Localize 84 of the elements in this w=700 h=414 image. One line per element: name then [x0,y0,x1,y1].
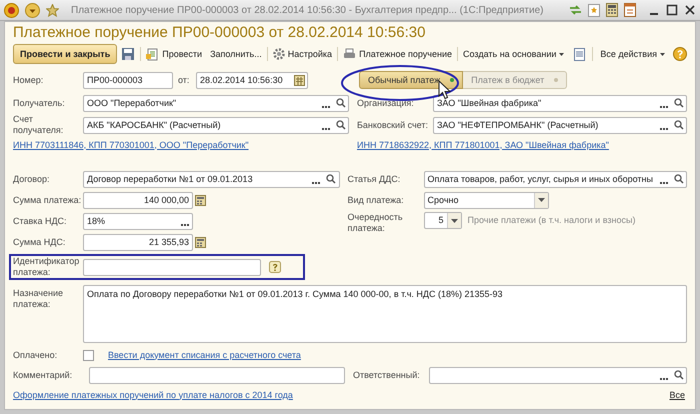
calculator-icon[interactable] [195,236,206,248]
field-label: Ставка НДС: [13,216,68,226]
printer-icon [343,48,356,60]
search-icon [674,98,684,108]
settings-icon [272,48,285,60]
star-icon[interactable] [46,4,59,16]
search-icon [336,120,346,130]
caret-icon [450,218,458,222]
field-label: Получатель: [13,98,66,108]
responsible-field[interactable] [429,366,687,384]
cash-flow-field[interactable]: Оплата товаров, работ, услуг, сырья и иных оборотны [424,170,687,188]
taxes-link[interactable]: Оформление платежных поручений по уплате налогов с 2014 года [13,390,293,400]
post-button[interactable]: Провести [142,48,206,60]
field-label: Банковский счет: [357,120,430,130]
payment-kind-field[interactable]: Срочно [424,192,549,208]
purpose-field[interactable]: Оплата по Договору переработки №1 от 09.01.2013 г. Сумма 140 000-00, в т.ч. НДС (18%) 21355-93 [83,285,687,343]
field-label: Статья ДДС: [348,174,402,184]
settings-button[interactable]: Настройка [268,48,336,60]
help-icon[interactable] [269,261,281,273]
document-icon[interactable] [574,48,586,60]
vat-sum-field[interactable]: 21 355,93 [83,234,193,250]
account-field[interactable]: АКБ "КАРОСБАНК" (Расчетный) [83,116,349,134]
post-and-close-button[interactable]: Провести и закрыть [13,44,118,64]
caret-icon [538,198,545,202]
search-icon [674,120,684,130]
field-label: Идентификатор платежа: [13,256,80,278]
calculator-icon[interactable] [606,3,618,17]
priority-note: Прочие платежи (в т.ч. налоги и взносы) [468,215,636,226]
document-icon [146,48,160,60]
menu-button[interactable]: Все действия [596,48,669,60]
field-label: Ответственный: [353,370,421,380]
search-icon [674,174,684,184]
maximize-icon[interactable] [666,4,678,16]
payment-sum-field[interactable]: 140 000,00 [83,192,193,208]
menu-button[interactable]: Создать на основании [459,48,568,60]
recipient-field[interactable]: ООО "Переработчик" [83,94,349,112]
field-label: Номер: [13,74,44,86]
field-label: от: [178,74,190,86]
comment-field[interactable] [89,366,345,384]
all-link[interactable]: Все [669,390,685,400]
number-field[interactable]: ПР00-000003 [83,72,173,88]
calculator-icon[interactable] [195,194,206,206]
caret-icon [559,52,564,56]
print-button[interactable]: Платежное поручение [339,48,456,60]
calendar-icon[interactable] [624,3,636,17]
calendar-icon[interactable] [294,74,305,86]
paid-checkbox[interactable] [83,350,94,360]
close-icon[interactable] [684,4,696,16]
search-icon [326,174,336,184]
form-title: Платежное поручение ПР00-000003 от 28.02.2014 10:56:30 [13,27,426,38]
contract-field[interactable]: Договор переработки №1 от 09.01.2013 [83,170,340,188]
payment-type-toggle[interactable]: Обычный платеж [359,71,464,89]
field-label: Сумма НДС: [13,236,66,248]
bank-account-field[interactable]: ЗАО "НЕФТЕПРОМБАНК" (Расчетный) [433,116,687,134]
priority-field[interactable]: 5 [424,212,462,229]
field-label: Договор: [13,174,50,184]
field-label: Сумма платежа: [13,194,82,206]
caret-icon [660,52,665,56]
field-label: Оплачено: [13,350,58,360]
logo-icon[interactable] [4,2,19,18]
fill-button[interactable]: Заполнить... [206,48,266,60]
bookmark-icon[interactable] [588,4,600,16]
field-label: Вид платежа: [348,194,405,206]
vat-rate-field[interactable]: 18% [83,212,193,230]
search-icon [336,98,346,108]
menu-icon[interactable] [25,2,40,18]
write-off-link[interactable]: Ввести документ списания с расчетного счета [108,350,301,360]
search-icon [674,370,684,380]
dropdown-button[interactable] [534,192,548,208]
help-icon[interactable] [673,47,687,61]
dropdown-button[interactable] [446,213,461,228]
recipient-link[interactable]: ИНН 7703111846, КПП 770301001, ООО "Переработчик" [13,140,249,150]
arrows-icon[interactable] [569,4,582,16]
cursor-icon [438,80,452,100]
field-label: Организация: [357,98,415,108]
organization-link[interactable]: ИНН 7718632922, КПП 771801001, ЗАО "Швейная фабрика" [357,140,609,150]
organization-field[interactable]: ЗАО "Швейная фабрика" [433,94,687,112]
field-label: Счет получателя: [13,114,64,136]
window-title: Платежное поручение ПР00-000003 от 28.02.2014 10:56:30 - Бухгалтерия предпр... (1С:Предприятие) [71,4,544,16]
field-label: Комментарий: [13,370,74,380]
date-field[interactable]: 28.02.2014 10:56:30 [196,72,308,88]
payment-id-field[interactable] [83,258,261,276]
field-label: Назначение платежа: [13,288,64,311]
field-label: Очередность платежа: [348,212,404,234]
